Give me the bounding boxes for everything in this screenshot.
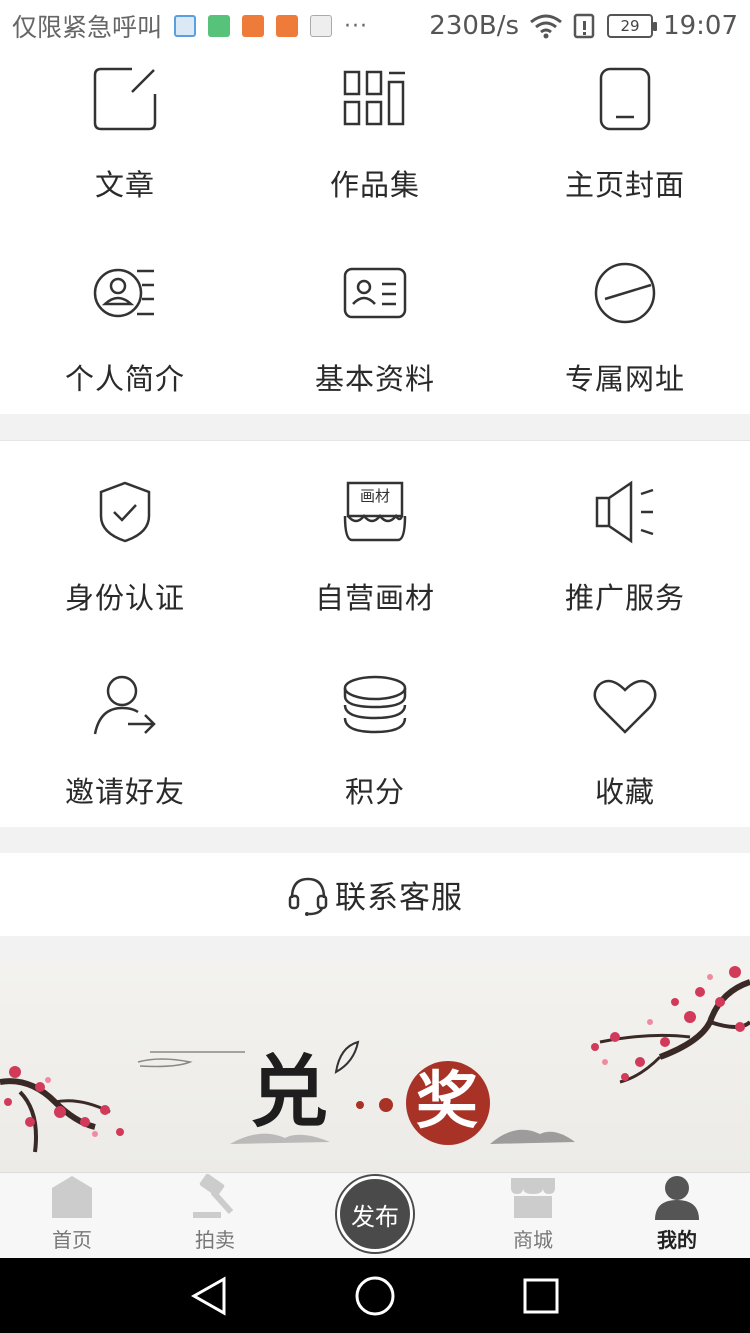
section-divider: [0, 414, 750, 441]
tab-home[interactable]: 首页: [17, 1173, 127, 1259]
menu-item-invite-friends[interactable]: 邀请好友: [0, 671, 250, 811]
menu-item-basic-info[interactable]: 基本资料: [250, 258, 500, 398]
redeem-prizes-banner[interactable]: 兑 奖: [0, 962, 750, 1172]
coins-icon: [340, 671, 410, 741]
publish-button[interactable]: 发布: [337, 1176, 413, 1252]
system-nav-bar: [0, 1258, 750, 1333]
menu-item-label: 主页封面: [564, 168, 685, 202]
home-nav-icon[interactable]: [354, 1276, 396, 1316]
wifi-icon: [530, 14, 562, 39]
tab-label: 我的: [657, 1228, 697, 1252]
edit-icon: [90, 64, 160, 134]
menu-item-exclusive-url[interactable]: 专属网址: [500, 258, 750, 398]
menu-item-label: 身份认证: [64, 581, 185, 615]
taobao-icon: [242, 15, 265, 37]
contact-service-button[interactable]: 联系客服: [0, 853, 750, 936]
browser-icon: [174, 15, 197, 37]
tablet-icon: [590, 64, 660, 134]
profile-icon: [90, 258, 160, 328]
megaphone-icon: [590, 477, 660, 547]
banner-char-prize: 奖: [416, 1064, 479, 1137]
headset-icon: [288, 877, 328, 916]
font-icon: [310, 15, 333, 37]
menu-item-favorites[interactable]: 收藏: [500, 671, 750, 811]
menu-item-identity-verification[interactable]: 身份认证: [0, 477, 250, 617]
menu-item-points[interactable]: 积分: [250, 671, 500, 811]
tab-mall[interactable]: 商城: [478, 1173, 588, 1259]
menu-item-portfolio[interactable]: 作品集: [250, 64, 500, 204]
tab-auction[interactable]: 拍卖: [160, 1173, 270, 1259]
menu-item-label: 专属网址: [564, 362, 685, 396]
contact-service-label: 联系客服: [335, 880, 463, 916]
home-icon: [52, 1176, 92, 1218]
recents-icon[interactable]: [522, 1276, 560, 1316]
back-icon[interactable]: [190, 1276, 228, 1316]
menu-item-cover[interactable]: 主页封面: [500, 64, 750, 204]
menu-item-label: 收藏: [594, 775, 655, 809]
store-icon: [511, 1178, 555, 1218]
art-supplies-icon: 画材: [340, 477, 410, 547]
gavel-icon: [193, 1174, 234, 1218]
clock: 19:07: [663, 11, 738, 41]
banner-char-redeem: 兑: [250, 1047, 329, 1138]
battery-indicator: 29: [607, 14, 658, 38]
section-divider: [0, 936, 750, 962]
more-notifications-icon: ···: [344, 13, 368, 39]
menu-item-label: 作品集: [329, 168, 420, 202]
menu-item-article[interactable]: 文章: [0, 64, 250, 204]
tab-label: 首页: [52, 1228, 92, 1252]
menu-item-label: 邀请好友: [64, 775, 185, 809]
menu-item-label: 文章: [94, 168, 155, 202]
menu-item-label: 自营画材: [314, 581, 435, 615]
heart-icon: [590, 671, 660, 741]
tab-label: 商城: [513, 1228, 553, 1252]
menu-item-label: 推广服务: [564, 581, 685, 615]
menu-item-promotion[interactable]: 推广服务: [500, 477, 750, 617]
section-divider: [0, 827, 750, 853]
id-card-icon: [340, 258, 410, 328]
taobao-icon: [276, 15, 299, 37]
tab-mine[interactable]: 我的: [622, 1173, 732, 1259]
shield-check-icon: [90, 477, 160, 547]
network-speed: 230B/s: [429, 11, 520, 41]
link-icon: [590, 258, 660, 328]
menu-item-label: 基本资料: [314, 362, 435, 396]
profile-menu-grid: 文章 作品集 主页封面 个人简介 基本资料 专属网址: [0, 52, 750, 414]
status-bar: 仅限紧急呼叫 ··· 230B/s 29 19:07: [0, 0, 750, 52]
menu-item-label: 积分: [344, 775, 405, 809]
service-menu-grid: 身份认证 画材 自营画材 推广服务 邀请好友 积分 收藏: [0, 441, 750, 827]
sim-alert-icon: [573, 13, 595, 39]
tab-label: 拍卖: [195, 1228, 235, 1252]
publish-label: 发布: [351, 1202, 399, 1231]
user-icon: [655, 1176, 699, 1220]
invite-friend-icon: [90, 671, 160, 741]
menu-item-bio[interactable]: 个人简介: [0, 258, 250, 398]
plum-blossom-illustration: [0, 966, 750, 1153]
menu-item-label: 个人简介: [64, 362, 185, 396]
carrier-text: 仅限紧急呼叫: [12, 13, 163, 42]
art-supplies-icon-text: 画材: [359, 487, 390, 505]
collection-icon: [340, 64, 410, 134]
bag-icon: [208, 15, 231, 37]
menu-item-art-supplies[interactable]: 画材 自营画材: [250, 477, 500, 617]
